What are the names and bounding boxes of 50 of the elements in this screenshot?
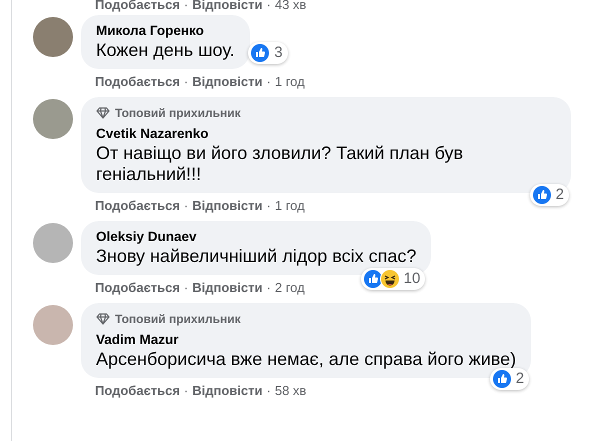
top-fan-label: Топовий прихильник	[115, 105, 241, 122]
separator-dot: ·	[266, 72, 271, 91]
laughing-face-icon	[380, 269, 400, 289]
thumbs-up-icon	[250, 43, 270, 63]
separator-dot: ·	[266, 382, 271, 400]
separator-dot: ·	[266, 0, 271, 14]
diamond-icon	[96, 313, 110, 325]
reply-link[interactable]: Відповісти	[192, 278, 263, 298]
timestamp[interactable]: 58 хв	[274, 380, 306, 400]
reply-link[interactable]: Відповісти	[192, 196, 263, 216]
reply-link[interactable]: Відповісти	[192, 380, 263, 400]
avatar-photo-placeholder[interactable]	[33, 17, 73, 57]
separator-dot: ·	[184, 278, 188, 297]
reaction-count[interactable]: 3	[248, 42, 288, 64]
commenter-name[interactable]: Vadim Mazur	[96, 331, 516, 349]
comment-text: Арсенборисича вже немає, але справа його живе)	[96, 349, 516, 370]
separator-dot: ·	[184, 72, 188, 91]
commenter-name[interactable]: Cvetik Nazarenko	[96, 125, 556, 143]
reply-link[interactable]: Відповісти	[192, 0, 263, 15]
reaction-count[interactable]: 2	[490, 368, 530, 390]
thumbs-up-icon	[362, 269, 383, 289]
separator-dot: ·	[184, 196, 188, 215]
avatar-photo-placeholder[interactable]	[33, 305, 73, 345]
comment-text: От навіщо ви його зловили? Такий план був геніальний!!!	[96, 143, 464, 185]
like-link[interactable]: Подобається	[95, 196, 180, 216]
separator-dot: ·	[184, 382, 188, 400]
thumbs-up-icon	[532, 185, 552, 205]
reply-link[interactable]: Відповісти	[192, 72, 263, 92]
comment-text: Кожен день шоу.	[96, 40, 235, 61]
commenter-name[interactable]: Oleksiy Dunaev	[96, 228, 416, 246]
like-link[interactable]: Подобається	[95, 0, 180, 15]
timestamp[interactable]: 1 год	[274, 72, 305, 92]
reaction-count[interactable]: 10	[360, 268, 426, 290]
top-fan-label: Топовий прихильник	[115, 311, 241, 328]
like-link[interactable]: Подобається	[95, 72, 180, 92]
separator-dot: ·	[266, 196, 271, 215]
timestamp[interactable]: 43 хв	[274, 0, 306, 15]
diamond-icon	[96, 107, 110, 119]
thumbs-up-icon	[492, 369, 512, 389]
commenter-name[interactable]: Микола Горенко	[96, 22, 235, 40]
timestamp[interactable]: 1 год	[274, 196, 305, 216]
separator-dot: ·	[266, 278, 271, 297]
avatar-photo-placeholder[interactable]	[33, 223, 73, 263]
separator-dot: ·	[184, 0, 188, 14]
timestamp[interactable]: 2 год	[274, 278, 305, 298]
comment-text: Знову найвеличніший лідор всіх спас?	[96, 246, 416, 267]
like-link[interactable]: Подобається	[95, 278, 180, 298]
like-link[interactable]: Подобається	[95, 380, 180, 400]
avatar-photo-placeholder[interactable]	[33, 99, 73, 139]
reaction-count[interactable]: 2	[530, 184, 569, 206]
